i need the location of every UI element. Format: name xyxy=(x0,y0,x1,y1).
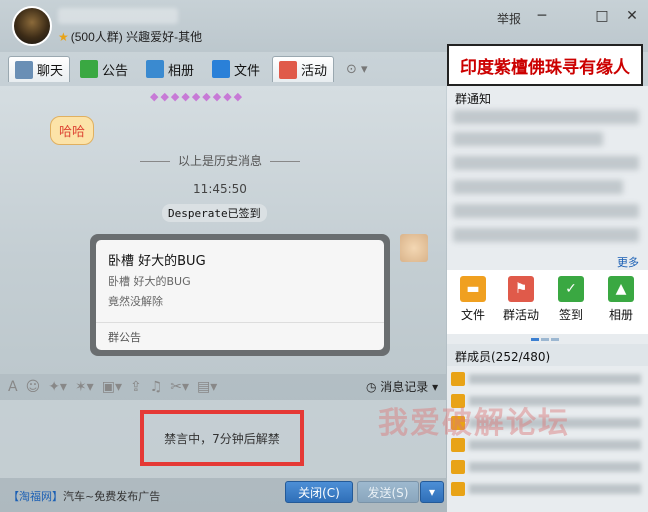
haha-bubble: 哈哈 xyxy=(50,116,95,145)
upload-icon[interactable]: ⇪ xyxy=(130,379,142,395)
report-button[interactable]: 举报 xyxy=(497,10,521,27)
gear-icon: ⊙ ▾ xyxy=(346,61,368,77)
chat-history: ◆◆◆◆◆◆◆◆◆ 哈哈 以上是历史消息 11:45:50 Desperate已… xyxy=(0,86,446,374)
scissors-icon[interactable]: ✂▾ xyxy=(170,379,189,395)
music-icon[interactable]: ♫ xyxy=(150,379,163,395)
tab-activity[interactable]: 活动 xyxy=(272,56,335,82)
tab-album[interactable]: 相册 xyxy=(140,56,200,82)
folder-icon xyxy=(212,60,230,78)
app-label: 相册 xyxy=(608,308,633,322)
message-log-button[interactable]: ◷ 消息记录 ▾ xyxy=(366,378,438,395)
member-avatar xyxy=(451,482,465,496)
tab-label: 文件 xyxy=(234,63,261,79)
members-header: 群成员(252/480) xyxy=(447,344,648,366)
apps-pager[interactable] xyxy=(531,330,561,344)
send-button[interactable]: 发送(S) xyxy=(357,481,419,503)
maximize-icon[interactable]: □ xyxy=(594,8,610,24)
tab-label: 聊天 xyxy=(37,64,64,79)
watermark: 我爱破解论坛 xyxy=(378,406,570,441)
list-item[interactable] xyxy=(451,480,641,498)
font-icon[interactable]: A xyxy=(8,379,18,395)
flag-icon xyxy=(80,60,98,78)
gem-emoticons: ◆◆◆◆◆◆◆◆◆ xyxy=(150,90,245,103)
member-name-blurred xyxy=(469,462,641,472)
app-album[interactable]: ▲ 相册 xyxy=(599,276,643,323)
tab-notice[interactable]: 公告 xyxy=(74,56,134,82)
group-apps: ▬ 文件 ⚑ 群活动 ✓ 签到 ▲ 相册 xyxy=(447,270,648,334)
close-icon[interactable]: ✕ xyxy=(624,8,640,24)
message-log-label: 消息记录 xyxy=(380,380,429,394)
member-avatar xyxy=(451,372,465,386)
list-item[interactable] xyxy=(451,458,641,476)
close-button[interactable]: 关闭(C) xyxy=(285,481,353,503)
group-avatar[interactable] xyxy=(12,6,52,46)
tab-label: 公告 xyxy=(102,63,129,79)
tab-chat[interactable]: 聊天 xyxy=(8,56,71,82)
shake-icon[interactable]: ✶▾ xyxy=(75,379,94,395)
notice-blurred xyxy=(453,156,639,170)
activity-flag-icon xyxy=(279,60,297,79)
app-files[interactable]: ▬ 文件 xyxy=(451,276,495,323)
clock-icon: ◷ xyxy=(366,380,381,394)
history-divider: 以上是历史消息 xyxy=(0,152,440,169)
more-link[interactable]: 更多 xyxy=(617,254,639,270)
tab-label: 活动 xyxy=(301,64,328,79)
emoji-icon[interactable]: ☺ xyxy=(26,379,41,395)
member-avatar xyxy=(451,460,465,474)
chat-icon xyxy=(15,60,33,79)
list-item[interactable] xyxy=(451,370,641,388)
message-timestamp: 11:45:50 xyxy=(193,182,247,196)
group-title-text: (500人群) 兴趣爱好-其他 xyxy=(70,30,203,44)
group-name-blurred xyxy=(58,8,178,24)
group-title: ★ (500人群) 兴趣爱好-其他 xyxy=(58,28,202,45)
app-checkin[interactable]: ✓ 签到 xyxy=(549,276,593,323)
app-label: 签到 xyxy=(558,308,583,322)
footer-ad[interactable]: 【淘福网】汽车~免费发布广告 xyxy=(8,488,160,504)
member-name-blurred xyxy=(469,374,641,384)
more-apps-button[interactable]: ⊙ ▾ xyxy=(340,56,374,82)
folder-icon: ▬ xyxy=(460,276,486,302)
photo-icon xyxy=(146,60,164,78)
minimize-icon[interactable]: ─ xyxy=(534,8,550,24)
notice-blurred xyxy=(453,204,639,218)
app-group-activity[interactable]: ⚑ 群活动 xyxy=(499,276,543,323)
popup-line: 竟然没解除 xyxy=(108,295,163,308)
star-icon: ★ xyxy=(58,30,69,44)
magic-icon[interactable]: ✦▾ xyxy=(48,379,67,395)
popup-line: 卧槽 好大的BUG xyxy=(108,275,191,288)
send-options-icon[interactable]: ▾ xyxy=(420,481,444,503)
ad-brand: 【淘福网】 xyxy=(8,490,63,503)
notice-blurred xyxy=(453,132,603,146)
app-label: 群活动 xyxy=(502,308,539,322)
popup-footer: 群公告 xyxy=(96,322,384,350)
mute-notice: 禁言中，7分钟后解禁 xyxy=(140,410,304,466)
image-icon[interactable]: ▣▾ xyxy=(102,379,122,395)
activity-flag-icon: ⚑ xyxy=(508,276,534,302)
tab-files[interactable]: 文件 xyxy=(206,56,266,82)
member-name-blurred xyxy=(469,484,641,494)
signin-notice: Desperate已签到 xyxy=(162,204,267,222)
ad-banner[interactable]: 印度紫檀佛珠寻有缘人 xyxy=(447,44,643,86)
screen-icon[interactable]: ▤▾ xyxy=(197,379,217,395)
notice-header: 群通知 xyxy=(455,92,492,106)
right-panel: 群通知 更多 ▬ 文件 ⚑ 群活动 ✓ 签到 ▲ 相册 群成员(252/480) xyxy=(447,86,648,512)
avatar[interactable] xyxy=(400,234,428,262)
popup-title: 卧槽 好大的BUG xyxy=(108,254,206,269)
tab-bar: 聊天 公告 相册 文件 活动 ⊙ ▾ xyxy=(0,54,446,84)
notice-blurred xyxy=(453,180,623,194)
app-label: 文件 xyxy=(460,308,485,322)
announcement-popup[interactable]: 卧槽 好大的BUG 卧槽 好大的BUG 竟然没解除 群公告 xyxy=(90,234,390,356)
notice-blurred xyxy=(453,110,639,124)
photo-icon: ▲ xyxy=(608,276,634,302)
checkin-icon: ✓ xyxy=(558,276,584,302)
ad-text: 汽车~免费发布广告 xyxy=(63,490,161,503)
tab-label: 相册 xyxy=(168,63,195,79)
notice-blurred xyxy=(453,228,639,242)
